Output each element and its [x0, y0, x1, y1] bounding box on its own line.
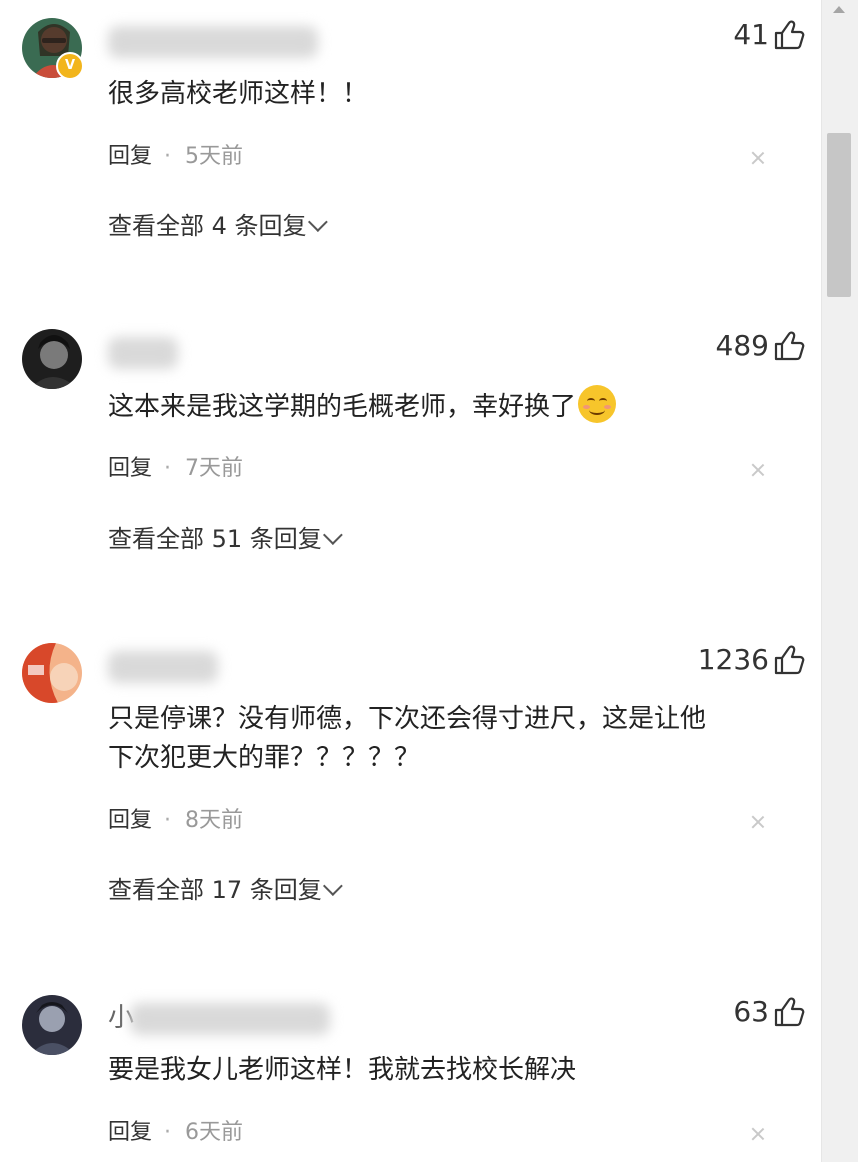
- smiling-blush-emoji-icon: [578, 385, 617, 423]
- view-all-replies-button[interactable]: 查看全部 17 条回复: [108, 874, 343, 906]
- reply-button[interactable]: 回复: [108, 808, 152, 833]
- username-blurred[interactable]: [130, 1003, 330, 1035]
- comment-text-line: 只是停课？没有师德，下次还会得寸进尺，这是让他: [108, 704, 707, 734]
- comment-meta: 回复 · 6天前: [108, 1118, 243, 1148]
- close-icon[interactable]: [750, 814, 766, 830]
- view-all-label: 查看全部 17 条回复: [108, 876, 322, 904]
- separator-dot: ·: [164, 144, 172, 169]
- scroll-up-arrow-icon[interactable]: [833, 6, 845, 13]
- username-blurred[interactable]: [108, 26, 318, 58]
- like-count: 489: [715, 329, 769, 362]
- comment-text: 很多高校老师这样！！: [108, 79, 369, 109]
- comment-meta: 回复 · 7天前: [108, 454, 243, 484]
- comment-text-line: 下次犯更大的罪？？？？？: [108, 743, 421, 773]
- separator-dot: ·: [164, 1120, 172, 1145]
- username-blurred[interactable]: [108, 651, 218, 683]
- chevron-down-icon: [322, 525, 343, 545]
- separator-dot: ·: [164, 808, 172, 833]
- scrollbar[interactable]: [821, 0, 858, 1162]
- reply-button[interactable]: 回复: [108, 456, 152, 481]
- timestamp: 5天前: [185, 144, 244, 169]
- avatar[interactable]: [22, 995, 82, 1055]
- view-all-label: 查看全部 51 条回复: [108, 525, 322, 553]
- thumbs-up-icon[interactable]: [772, 18, 806, 52]
- comment-text-content: 这本来是我这学期的毛概老师，幸好换了: [108, 392, 577, 422]
- avatar[interactable]: [22, 329, 82, 389]
- avatar[interactable]: [22, 643, 82, 703]
- comment-meta: 回复 · 8天前: [108, 806, 243, 836]
- reply-button[interactable]: 回复: [108, 144, 152, 169]
- like-count: 1236: [697, 643, 769, 676]
- close-icon[interactable]: [750, 1126, 766, 1142]
- timestamp: 8天前: [185, 808, 244, 833]
- avatar-image: [22, 329, 82, 389]
- thumbs-up-icon[interactable]: [772, 329, 806, 363]
- comment-text: 要是我女儿老师这样！我就去找校长解决: [108, 1055, 577, 1085]
- separator-dot: ·: [164, 456, 172, 481]
- like-count: 41: [733, 18, 769, 51]
- view-all-label: 查看全部 4 条回复: [108, 212, 307, 240]
- comment-text: 这本来是我这学期的毛概老师，幸好换了: [108, 385, 617, 427]
- reply-button[interactable]: 回复: [108, 1120, 152, 1145]
- avatar-image: [22, 995, 82, 1055]
- comment-meta: 回复 · 5天前: [108, 142, 243, 172]
- timestamp: 7天前: [185, 456, 244, 481]
- view-all-replies-button[interactable]: 查看全部 51 条回复: [108, 523, 343, 555]
- scroll-thumb[interactable]: [827, 133, 851, 297]
- verified-badge-icon: V: [56, 52, 84, 80]
- username-blurred[interactable]: [108, 337, 178, 369]
- chevron-down-icon: [322, 876, 343, 896]
- chevron-down-icon: [307, 212, 328, 232]
- view-all-replies-button[interactable]: 查看全部 4 条回复: [108, 210, 328, 242]
- like-count: 63: [733, 995, 769, 1028]
- avatar-image: [22, 643, 82, 703]
- close-icon[interactable]: [750, 150, 766, 166]
- timestamp: 6天前: [185, 1120, 244, 1145]
- thumbs-up-icon[interactable]: [772, 643, 806, 677]
- close-icon[interactable]: [750, 462, 766, 478]
- thumbs-up-icon[interactable]: [772, 995, 806, 1029]
